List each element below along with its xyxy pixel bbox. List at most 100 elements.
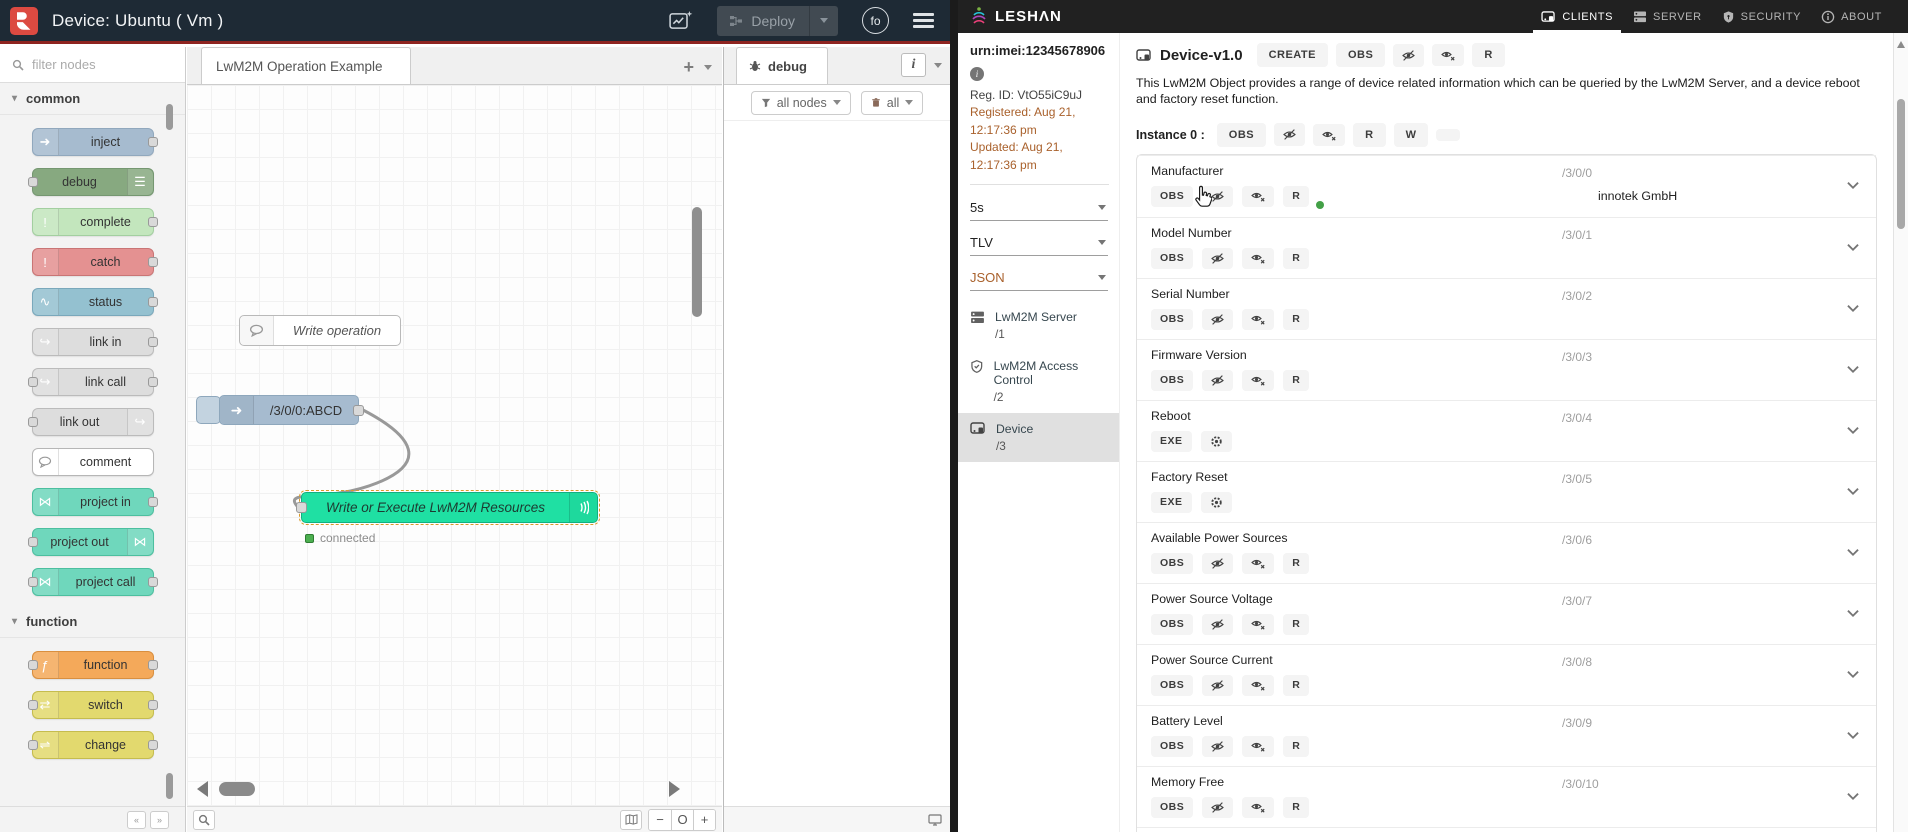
leshan-scrollbar[interactable]: [1893, 33, 1908, 832]
palette-node-inject[interactable]: ➜ inject: [31, 128, 158, 156]
observe-button[interactable]: OBS: [1151, 185, 1194, 207]
observe-button[interactable]: OBS: [1151, 613, 1194, 635]
stop-observe-button[interactable]: [1202, 613, 1234, 635]
object-item-device[interactable]: Device/3: [958, 412, 1119, 462]
expand-chevron-icon[interactable]: [1846, 239, 1860, 257]
scroll-right-arrow[interactable]: [669, 781, 680, 797]
read-button[interactable]: R: [1283, 308, 1310, 330]
output-port[interactable]: [353, 405, 364, 416]
execute-params-button[interactable]: [1200, 430, 1232, 452]
observe-composite-button[interactable]: [1242, 552, 1275, 574]
refresh-interval-select[interactable]: 5s: [970, 195, 1108, 221]
deploy-options-caret[interactable]: [809, 5, 838, 36]
observe-composite-button[interactable]: [1242, 185, 1275, 207]
info-tab-button[interactable]: i: [901, 53, 926, 77]
stop-observe-button[interactable]: [1393, 43, 1425, 67]
palette-node-project-out[interactable]: ⋈ project out: [27, 528, 154, 556]
delete-button[interactable]: [1436, 128, 1461, 141]
expand-chevron-icon[interactable]: [1846, 483, 1860, 501]
read-button[interactable]: R: [1283, 613, 1310, 635]
user-menu-button[interactable]: fo: [862, 7, 889, 34]
observe-composite-button[interactable]: [1313, 123, 1346, 146]
stop-observe-button[interactable]: [1202, 369, 1234, 391]
stop-observe-button[interactable]: [1202, 247, 1234, 269]
comment-node[interactable]: Write operation: [239, 315, 401, 346]
observe-button[interactable]: OBS: [1335, 43, 1386, 67]
palette-node-debug[interactable]: ☰ debug: [27, 168, 154, 196]
palette-node-change[interactable]: ⇌ change: [27, 731, 158, 759]
object-item-lwm2m-server[interactable]: LwM2M Server/1: [958, 301, 1119, 350]
nav-server[interactable]: SERVER: [1633, 0, 1702, 33]
palette-node-link-call[interactable]: ↪ link call: [27, 368, 158, 396]
scrollbar-thumb[interactable]: [1897, 99, 1905, 229]
add-flow-button[interactable]: +: [683, 58, 694, 76]
execute-button[interactable]: EXE: [1151, 430, 1192, 452]
observe-button[interactable]: OBS: [1151, 735, 1194, 757]
nav-about[interactable]: ABOUT: [1821, 0, 1882, 33]
stop-observe-button[interactable]: [1202, 735, 1234, 757]
expand-chevron-icon[interactable]: [1846, 361, 1860, 379]
read-button[interactable]: R: [1283, 735, 1310, 757]
observe-composite-button[interactable]: [1242, 613, 1275, 635]
sidebar-menu-caret[interactable]: [934, 62, 942, 68]
observe-composite-button[interactable]: [1242, 308, 1275, 330]
nav-security[interactable]: SECURITY: [1722, 0, 1801, 33]
open-window-icon[interactable]: [928, 813, 942, 826]
expand-chevron-icon[interactable]: [1846, 300, 1860, 318]
info-icon[interactable]: i: [970, 67, 984, 81]
read-button[interactable]: R: [1283, 369, 1310, 391]
observe-composite-button[interactable]: [1242, 674, 1275, 696]
flow-canvas[interactable]: Write operation ➜ /3/0/0:ABCD Write or E…: [187, 85, 722, 806]
read-button[interactable]: R: [1283, 796, 1310, 818]
zoom-in-button[interactable]: +: [693, 809, 715, 830]
observe-button[interactable]: OBS: [1151, 247, 1194, 269]
create-button[interactable]: CREATE: [1256, 43, 1328, 67]
zoom-reset-button[interactable]: O: [671, 809, 693, 830]
payload-format-select[interactable]: JSON: [970, 265, 1108, 291]
observe-button[interactable]: OBS: [1151, 552, 1194, 574]
read-button[interactable]: R: [1353, 122, 1386, 147]
filter-nodes-input[interactable]: [32, 57, 152, 72]
read-button[interactable]: R: [1472, 43, 1505, 67]
deploy-button[interactable]: Deploy: [717, 5, 838, 36]
palette-node-link-out[interactable]: ↪ link out: [27, 408, 154, 436]
scroll-up-arrow[interactable]: [1897, 41, 1905, 48]
observe-button[interactable]: OBS: [1151, 796, 1194, 818]
read-button[interactable]: R: [1283, 247, 1310, 269]
stop-observe-button[interactable]: [1202, 185, 1234, 207]
lwm2m-write-node[interactable]: Write or Execute LwM2M Resources: [296, 489, 601, 526]
stop-observe-button[interactable]: [1274, 123, 1306, 147]
stop-observe-button[interactable]: [1202, 308, 1234, 330]
inject-trigger-button[interactable]: [196, 396, 221, 424]
read-button[interactable]: R: [1283, 185, 1310, 207]
object-item-access-control[interactable]: LwM2M Access Control/2: [958, 350, 1119, 413]
read-button[interactable]: R: [1283, 552, 1310, 574]
observe-button[interactable]: OBS: [1216, 122, 1267, 147]
expand-chevron-icon[interactable]: [1846, 422, 1860, 440]
execute-params-button[interactable]: [1200, 491, 1232, 513]
collapse-all-button[interactable]: «: [127, 810, 146, 829]
expand-chevron-icon[interactable]: [1846, 177, 1860, 195]
palette-scrollbar-thumb[interactable]: [166, 104, 173, 130]
palette-node-project-call[interactable]: ⋈ project call: [27, 568, 158, 596]
observe-button[interactable]: OBS: [1151, 308, 1194, 330]
navigator-toggle-button[interactable]: [620, 809, 642, 830]
write-button[interactable]: W: [1393, 122, 1429, 147]
expand-all-button[interactable]: »: [150, 810, 169, 829]
nav-clients[interactable]: CLIENTS: [1533, 0, 1621, 33]
palette-node-catch[interactable]: ! catch: [31, 248, 158, 276]
observe-button[interactable]: OBS: [1151, 369, 1194, 391]
expand-chevron-icon[interactable]: [1846, 605, 1860, 623]
palette-node-comment[interactable]: comment: [31, 448, 154, 476]
palette-node-complete[interactable]: ! complete: [31, 208, 158, 236]
palette-scrollbar-thumb[interactable]: [166, 773, 173, 799]
flow-chart-icon[interactable]: [669, 10, 693, 32]
palette-node-link-in[interactable]: ↪ link in: [31, 328, 158, 356]
observe-composite-button[interactable]: [1242, 369, 1275, 391]
stop-observe-button[interactable]: [1202, 674, 1234, 696]
palette-category-common[interactable]: ▾ common: [0, 83, 185, 115]
flow-list-caret[interactable]: [704, 64, 712, 70]
expand-chevron-icon[interactable]: [1846, 788, 1860, 806]
scroll-left-arrow[interactable]: [197, 781, 208, 797]
palette-node-project-in[interactable]: ⋈ project in: [31, 488, 158, 516]
